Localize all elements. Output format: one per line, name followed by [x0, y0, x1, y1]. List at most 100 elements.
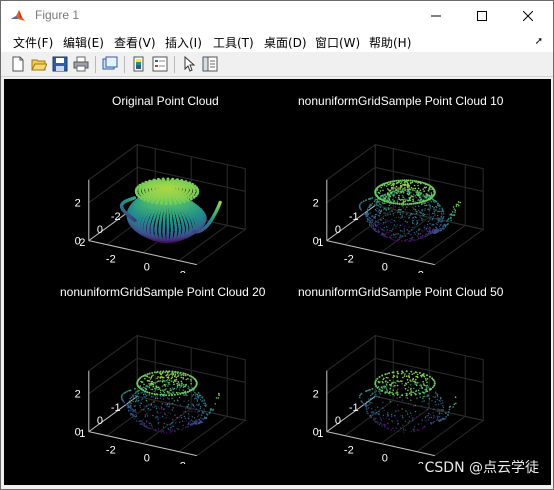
point [172, 388, 175, 390]
point [379, 393, 382, 395]
point [431, 224, 433, 226]
menu-file[interactable]: 文件(F) [13, 34, 53, 51]
point [395, 417, 397, 419]
point [430, 207, 432, 209]
point [406, 221, 408, 223]
point [155, 407, 158, 409]
print-button[interactable] [72, 55, 90, 73]
insert-colorbar-button[interactable] [130, 55, 148, 73]
point [373, 200, 376, 203]
point [362, 200, 365, 202]
axes-sample-10[interactable]: 2010-1-202 [300, 113, 510, 273]
point [423, 225, 426, 227]
point [412, 202, 415, 205]
insert-legend-button[interactable] [151, 55, 169, 73]
point [164, 417, 166, 419]
point [429, 417, 431, 419]
open-file-button[interactable] [30, 55, 48, 73]
point [397, 179, 400, 182]
point [143, 198, 146, 202]
point [391, 234, 393, 237]
point [388, 399, 391, 401]
point [429, 187, 431, 189]
point [426, 378, 429, 380]
point [376, 377, 379, 380]
point [423, 400, 425, 402]
point [182, 200, 186, 203]
point [392, 389, 394, 392]
dock-arrow-icon[interactable]: ➚ [535, 36, 543, 47]
menu-desktop[interactable]: 桌面(D) [264, 34, 307, 51]
point [413, 426, 416, 428]
point [168, 412, 170, 414]
point [408, 217, 410, 219]
axes-sample-20[interactable]: 2010-1-202 [62, 304, 272, 464]
figure-canvas[interactable]: Original Point Cloud nonuniformGridSampl… [4, 79, 551, 485]
point [386, 192, 389, 195]
point [371, 215, 373, 218]
point [173, 383, 175, 386]
edit-plot-button[interactable] [180, 55, 198, 73]
point [197, 415, 199, 418]
point [407, 199, 409, 202]
point [198, 395, 200, 397]
point [408, 192, 411, 195]
point [168, 401, 170, 404]
point [404, 200, 406, 203]
menu-insert[interactable]: 插入(I) [165, 34, 202, 51]
point [184, 410, 186, 413]
close-button[interactable] [505, 1, 551, 31]
point [441, 208, 444, 211]
point [382, 194, 384, 197]
point [132, 400, 134, 403]
point [377, 191, 380, 194]
point [151, 392, 153, 395]
point [427, 232, 429, 234]
menu-tools[interactable]: 工具(T) [213, 34, 254, 51]
menu-help[interactable]: 帮助(H) [369, 34, 411, 51]
point [414, 195, 416, 197]
link-plot-button[interactable] [101, 55, 119, 73]
point [422, 212, 424, 215]
title-bar[interactable]: Figure 1 [1, 1, 553, 31]
point [448, 217, 450, 220]
point [425, 233, 427, 236]
point [416, 416, 418, 418]
point [414, 383, 416, 386]
point [445, 412, 447, 414]
point [373, 215, 375, 217]
point [144, 396, 146, 398]
point [417, 389, 420, 392]
point [396, 404, 399, 406]
point [410, 415, 412, 417]
minimize-button[interactable] [413, 1, 459, 31]
x-tick-label: 0 [382, 262, 388, 273]
point [367, 206, 370, 208]
point [395, 427, 397, 429]
axes-original[interactable]: 2020-2-202 [62, 113, 272, 273]
axes-sample-50[interactable]: 2010-1-202 [300, 304, 510, 464]
point [137, 420, 139, 423]
point [374, 220, 377, 222]
point [417, 212, 419, 214]
point [182, 384, 185, 386]
maximize-button[interactable] [459, 1, 505, 31]
menu-edit[interactable]: 编辑(E) [63, 34, 104, 51]
point [414, 189, 416, 192]
property-inspector-button[interactable] [201, 55, 219, 73]
point [182, 378, 185, 380]
point [176, 427, 178, 430]
point [179, 421, 181, 423]
point [165, 379, 167, 382]
menu-view[interactable]: 查看(V) [114, 34, 156, 51]
toolbar-separator [124, 56, 125, 73]
point [413, 184, 416, 187]
point [425, 420, 427, 422]
point [386, 389, 388, 391]
point [433, 207, 435, 209]
save-button[interactable] [51, 55, 69, 73]
new-figure-button[interactable] [9, 55, 27, 73]
menu-window[interactable]: 窗口(W) [315, 34, 360, 51]
point [182, 386, 185, 389]
point [369, 212, 372, 214]
